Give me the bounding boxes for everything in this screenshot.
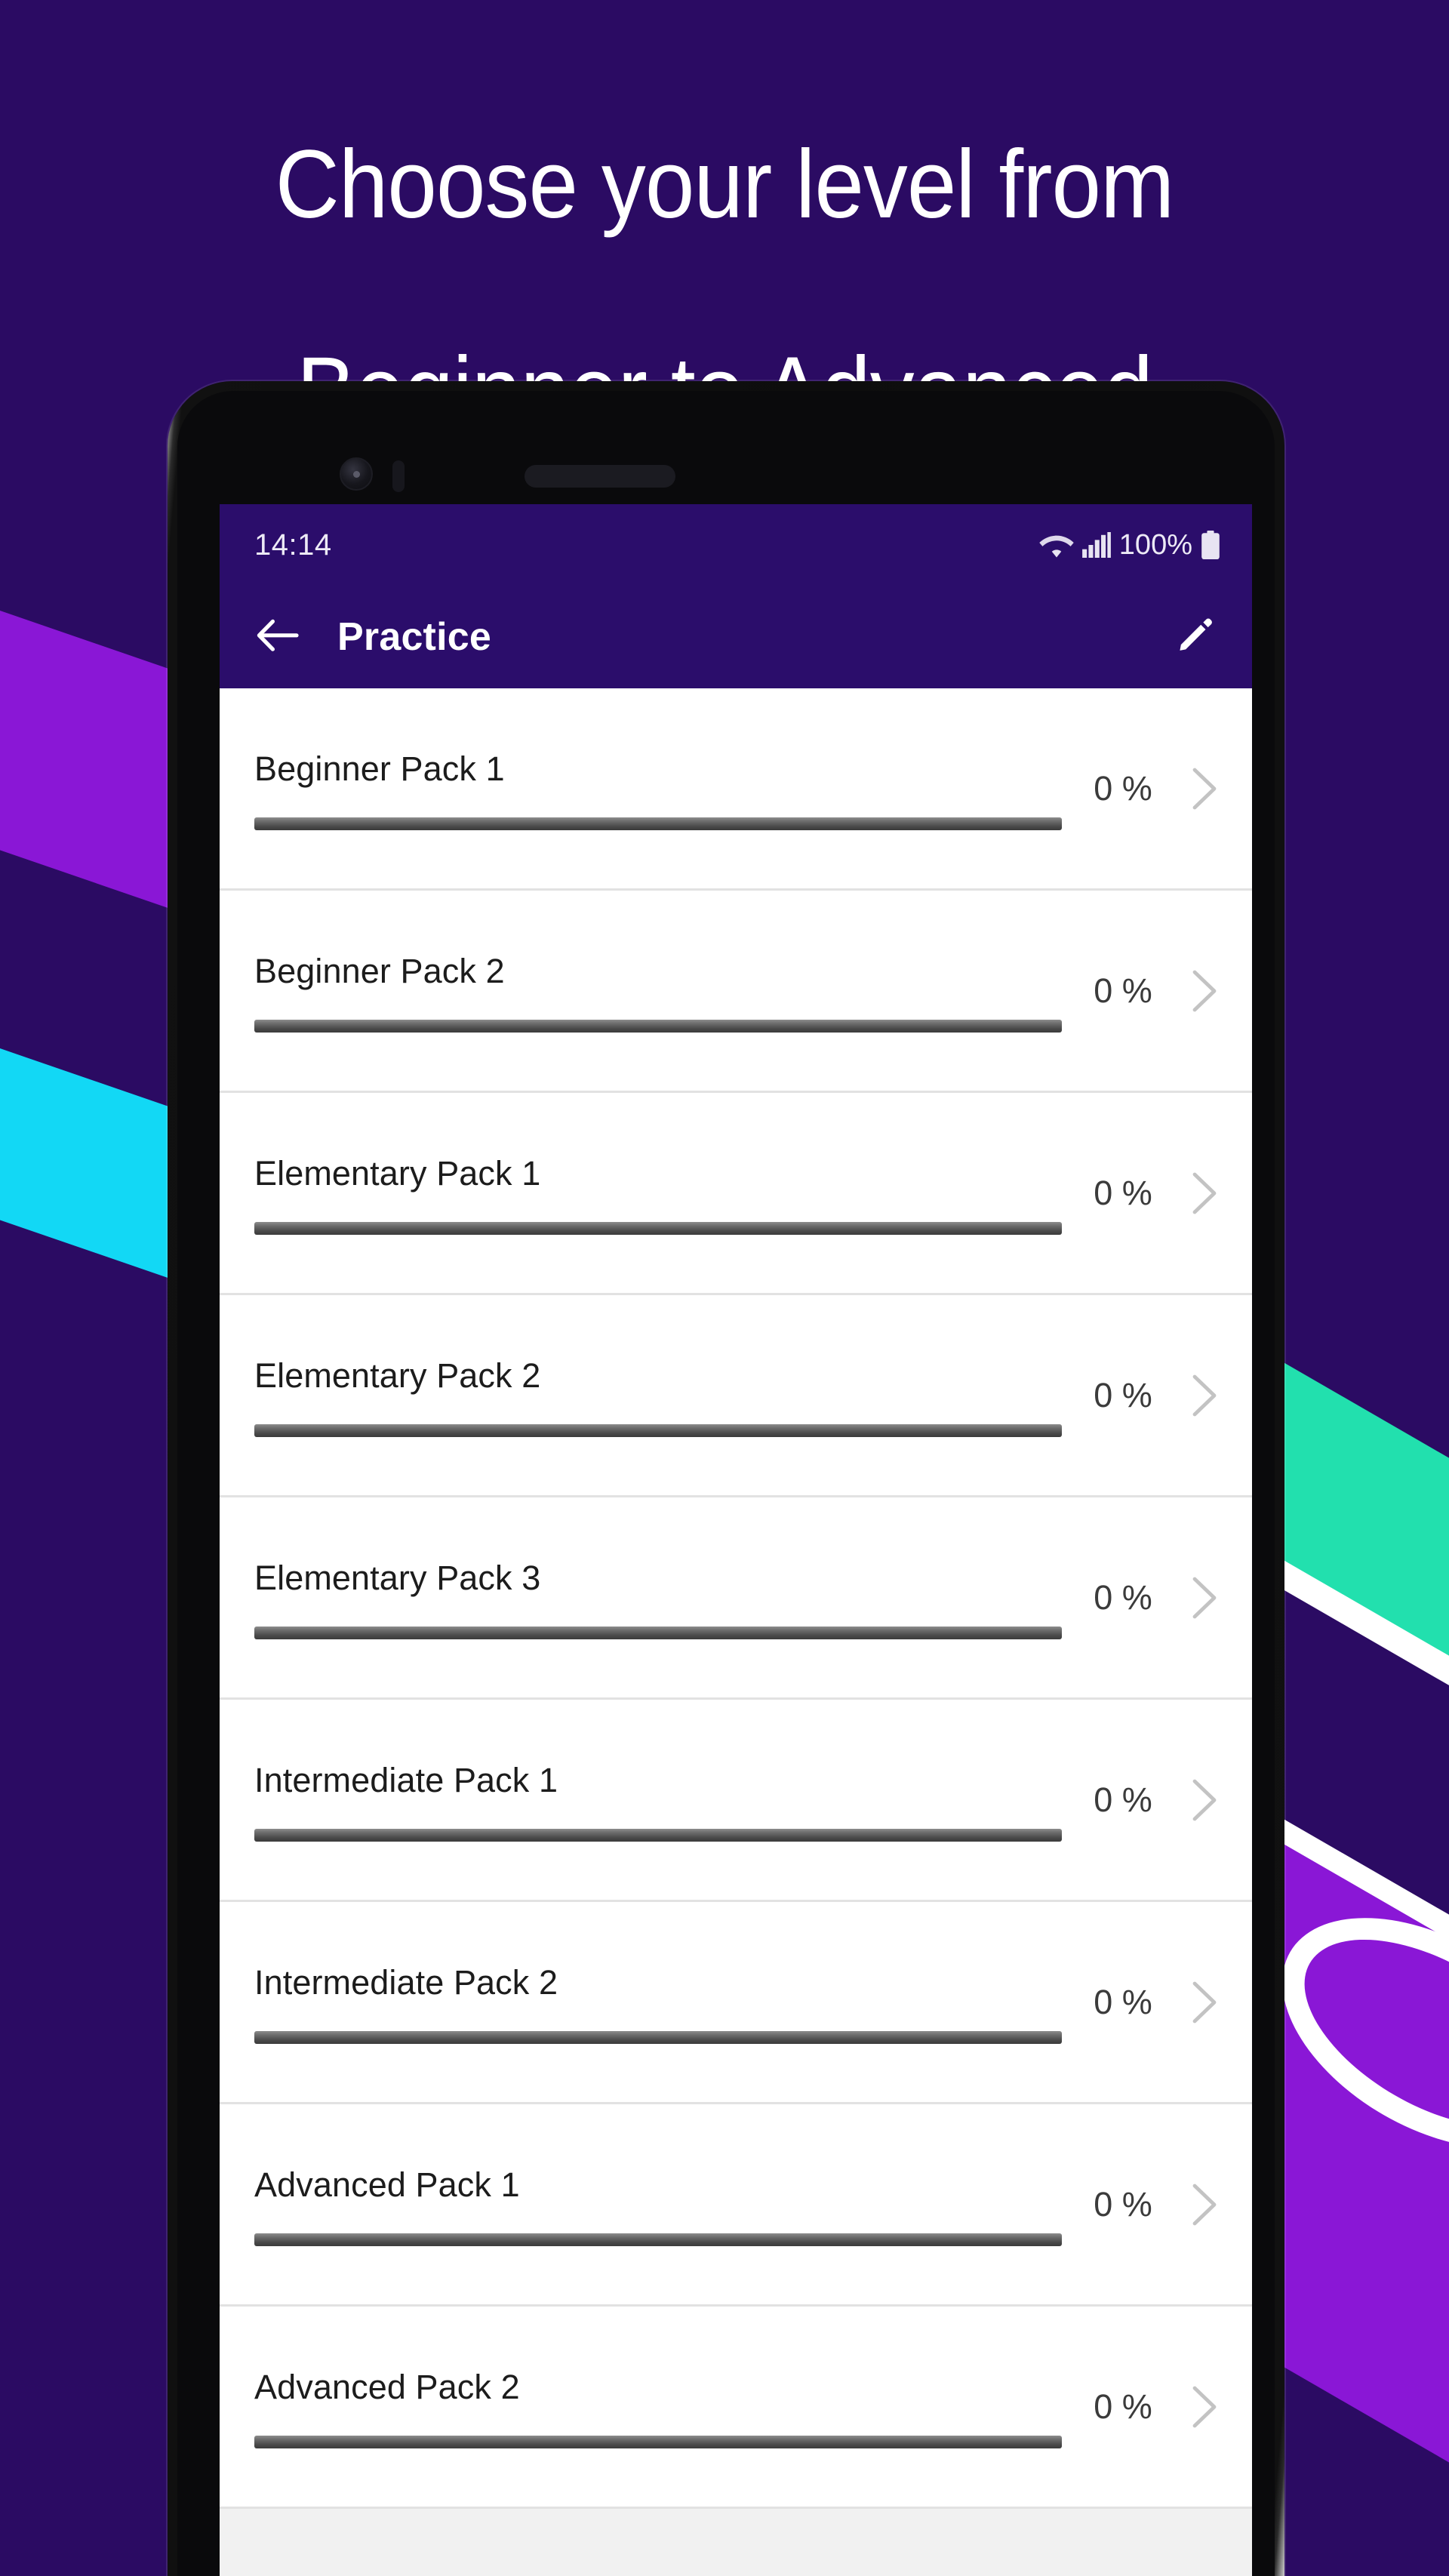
- pack-name-label: Beginner Pack 2: [254, 952, 505, 990]
- table-row[interactable]: Beginner Pack 2 0 %: [220, 891, 1252, 1093]
- pack-row-main: Elementary Pack 3: [254, 1556, 1062, 1639]
- pack-name-label: Elementary Pack 1: [254, 1154, 541, 1193]
- chevron-right-icon[interactable]: [1180, 1777, 1232, 1824]
- phone-screen: 14:14 100% Practice Beginner Pack 1 0 % …: [220, 504, 1252, 2576]
- arrow-left-icon: [256, 618, 300, 657]
- phone-mockup-frame: 14:14 100% Practice Beginner Pack 1 0 % …: [168, 381, 1284, 2576]
- table-row[interactable]: Intermediate Pack 2 0 %: [220, 1902, 1252, 2104]
- table-row[interactable]: Beginner Pack 1 0 %: [220, 688, 1252, 891]
- pack-row-main: Elementary Pack 1: [254, 1151, 1062, 1235]
- pack-name-label: Advanced Pack 1: [254, 2165, 520, 2204]
- pack-progress-bar: [254, 1627, 1062, 1639]
- pack-percent-label: 0 %: [1094, 1375, 1152, 1414]
- pack-name-label: Advanced Pack 2: [254, 2368, 520, 2406]
- list-footer-spacer: [220, 2509, 1252, 2576]
- pack-row-main: Intermediate Pack 1: [254, 1758, 1062, 1842]
- table-row[interactable]: Elementary Pack 1 0 %: [220, 1093, 1252, 1295]
- table-row[interactable]: Intermediate Pack 1 0 %: [220, 1700, 1252, 1902]
- pack-progress-bar: [254, 1424, 1062, 1437]
- table-row[interactable]: Advanced Pack 2 0 %: [220, 2307, 1252, 2509]
- pack-percent-label: 0 %: [1094, 2387, 1152, 2426]
- pack-progress-bar: [254, 2233, 1062, 2246]
- pack-progress-bar: [254, 1829, 1062, 1842]
- table-row[interactable]: Elementary Pack 3 0 %: [220, 1497, 1252, 1700]
- pack-name-label: Elementary Pack 2: [254, 1356, 541, 1395]
- pack-row-main: Intermediate Pack 2: [254, 1960, 1062, 2044]
- pack-name-label: Elementary Pack 3: [254, 1559, 541, 1597]
- back-button[interactable]: [254, 614, 301, 660]
- proximity-sensor-icon: [392, 460, 405, 492]
- front-camera-icon: [340, 457, 373, 491]
- promo-headline-line-1: Choose your level from: [275, 130, 1175, 239]
- pack-row-main: Elementary Pack 2: [254, 1353, 1062, 1437]
- pack-name-label: Beginner Pack 1: [254, 749, 505, 788]
- practice-pack-list: Beginner Pack 10 % Beginner Pack 20 % Elem…: [220, 688, 1252, 2509]
- status-bar-clock: 14:14: [254, 528, 332, 562]
- pack-progress-bar: [254, 2436, 1062, 2448]
- pack-name-label: Intermediate Pack 2: [254, 1963, 558, 2002]
- chevron-right-icon[interactable]: [1180, 1979, 1232, 2026]
- pack-percent-label: 0 %: [1094, 768, 1152, 808]
- chevron-right-icon[interactable]: [1180, 2181, 1232, 2228]
- pack-row-main: Advanced Pack 2: [254, 2365, 1062, 2448]
- chevron-right-icon[interactable]: [1180, 765, 1232, 812]
- app-bar: Practice: [220, 586, 1252, 688]
- page-title: Practice: [337, 615, 491, 659]
- pack-percent-label: 0 %: [1094, 1577, 1152, 1617]
- pack-row-main: Advanced Pack 1: [254, 2162, 1062, 2246]
- pack-percent-label: 0 %: [1094, 1173, 1152, 1212]
- status-bar: 14:14 100%: [220, 504, 1252, 586]
- promo-screenshot: Choose your level from Beginner to Advan…: [0, 0, 1449, 2576]
- pack-progress-bar: [254, 817, 1062, 830]
- chevron-right-icon[interactable]: [1180, 968, 1232, 1014]
- chevron-right-icon[interactable]: [1180, 2384, 1232, 2430]
- table-row[interactable]: Elementary Pack 2 0 %: [220, 1295, 1252, 1497]
- earpiece-speaker-icon: [525, 465, 675, 488]
- chevron-right-icon[interactable]: [1180, 1372, 1232, 1419]
- status-bar-indicators: 100%: [1039, 529, 1220, 562]
- wifi-icon: [1039, 531, 1074, 559]
- pack-progress-bar: [254, 2031, 1062, 2044]
- pack-percent-label: 0 %: [1094, 2184, 1152, 2224]
- cellular-signal-icon: [1081, 532, 1111, 558]
- chevron-right-icon[interactable]: [1180, 1574, 1232, 1621]
- pack-progress-bar: [254, 1020, 1062, 1033]
- battery-full-icon: [1201, 531, 1220, 559]
- battery-percent-label: 100%: [1118, 528, 1192, 561]
- chevron-right-icon[interactable]: [1180, 1170, 1232, 1217]
- pack-percent-label: 0 %: [1094, 1982, 1152, 2021]
- table-row[interactable]: Advanced Pack 1 0 %: [220, 2104, 1252, 2307]
- pencil-edit-icon: [1173, 614, 1217, 661]
- pack-percent-label: 0 %: [1094, 1780, 1152, 1819]
- phone-bezel: 14:14 100% Practice Beginner Pack 1 0 % …: [177, 391, 1275, 2576]
- pack-name-label: Intermediate Pack 1: [254, 1761, 558, 1799]
- pack-row-main: Beginner Pack 2: [254, 949, 1062, 1033]
- edit-button[interactable]: [1172, 614, 1217, 660]
- pack-row-main: Beginner Pack 1: [254, 746, 1062, 830]
- pack-percent-label: 0 %: [1094, 971, 1152, 1010]
- pack-progress-bar: [254, 1222, 1062, 1235]
